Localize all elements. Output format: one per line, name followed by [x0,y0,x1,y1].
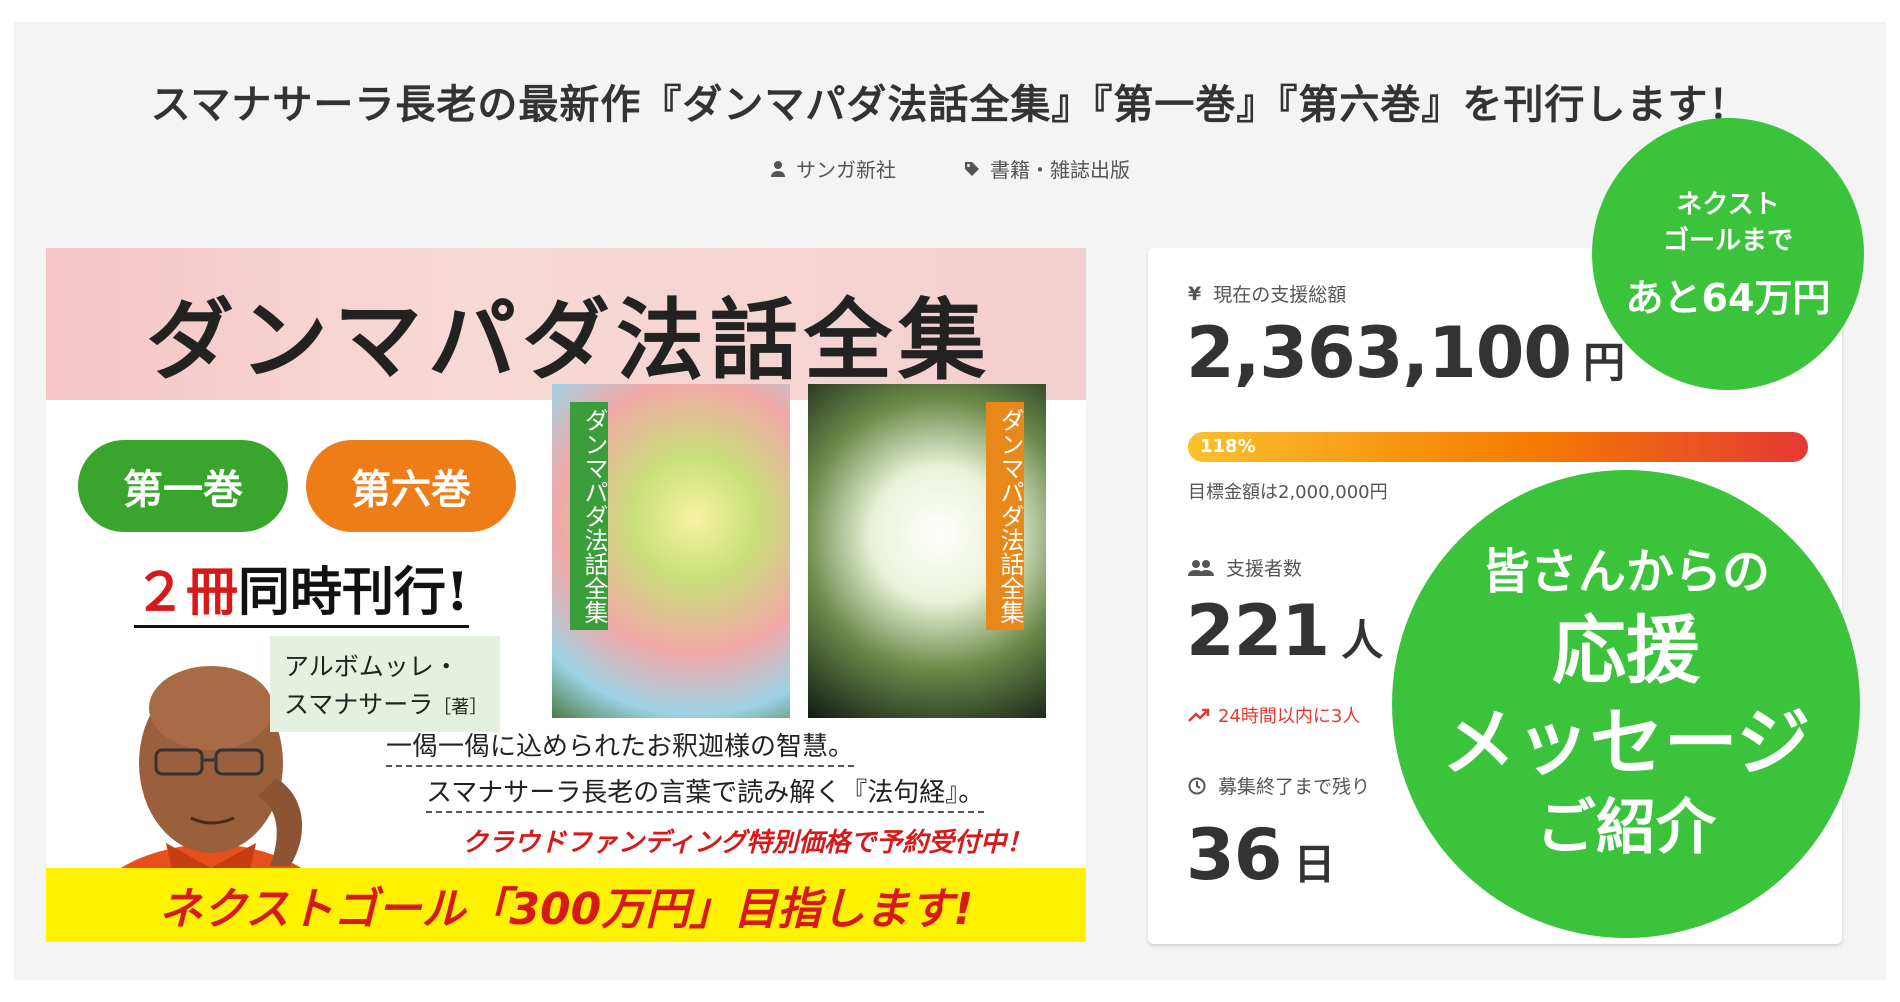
volume-1-pill: 第一巻 [78,440,288,532]
volume-6-pill: 第六巻 [306,440,516,532]
category-name: 書籍・雑誌出版 [990,158,1130,182]
banner-title: ダンマパダ法話全集 [146,288,993,392]
book-cover-volume-6: ダンマパダ法話全集 [808,384,1046,718]
user-icon [771,160,785,177]
owner-name: サンガ新社 [796,158,896,182]
simultaneous-release-text: ２冊同時刊行! [134,550,469,628]
category-link[interactable]: 書籍・雑誌出版 [964,154,1130,183]
next-goal-badge: ネクスト ゴールまで あと64万円 [1592,118,1864,390]
remaining-value-row: 36 日 [1186,814,1335,896]
clock-icon [1188,777,1206,794]
banner-copy-line-3: クラウドファンディング特別価格で予約受付中！ [462,828,1033,858]
author-line-1: アルボムッレ・ [284,652,459,681]
amount-value: 2,363,100 [1186,312,1572,394]
next-goal-line-1: ネクスト [1676,189,1780,220]
tag-icon [965,161,979,176]
remaining-label: 募集終了まで残り [1218,776,1371,798]
yen-icon: ¥ [1188,282,1202,305]
message-badge-line-2: 応援 [1552,608,1700,694]
project-main-image[interactable]: ダンマパダ法話全集 第一巻 第六巻 ２冊同時刊行! ダンマパダ法話全集 ダンマパ… [46,248,1086,942]
remaining-label-row: 募集終了まで残り [1188,772,1370,799]
trend-text: 24時間以内に3人 [1218,706,1361,727]
next-goal-line-3: あと64万円 [1625,275,1831,320]
author-note: ［著］ [433,697,488,718]
project-meta: サンガ新社 書籍・雑誌出版 [14,154,1886,183]
amount-label-row: ¥ 現在の支援総額 [1188,280,1346,307]
next-goal-bar: ネクストゴール「300万円」目指します! [46,868,1086,942]
message-badge-line-1: 皆さんからの [1481,544,1770,600]
supporters-value-row: 221 人 [1186,590,1383,672]
message-badge-line-3: メッセージ [1441,700,1811,786]
goal-amount: 目標金額は2,000,000円 [1188,482,1388,503]
supporters-unit: 人 [1341,616,1384,665]
message-badge-line-4: ご紹介 [1536,793,1716,863]
supporters-value: 221 [1186,590,1330,672]
remaining-unit: 日 [1293,840,1336,889]
progress-label: 118% [1200,436,1256,457]
amount-value-row: 2,363,100 円 [1186,312,1625,394]
author-line-2: スマナサーラ [284,690,434,719]
remaining-value: 36 [1186,814,1282,896]
owner-link[interactable]: サンガ新社 [770,154,896,183]
support-messages-badge[interactable]: 皆さんからの 応援 メッセージ ご紹介 [1392,470,1860,938]
amount-label: 現在の支援総額 [1213,284,1347,306]
people-icon [1188,559,1214,576]
trending-up-icon [1188,708,1210,722]
project-title: スマナサーラ長老の最新作『ダンマパダ法話全集』『第一巻』『第六巻』を刊行します！ [150,82,1750,128]
simul-suffix: 同時刊行! [238,562,469,623]
progress-bar: 118% [1188,432,1808,462]
book-cover-volume-1: ダンマパダ法話全集 [552,384,790,718]
cover-title: ダンマパダ法話全集 [986,402,1024,630]
simul-prefix: ２冊 [134,562,239,623]
banner-copy-line-2: スマナサーラ長老の言葉で読み解く『法句経』。 [426,772,985,813]
cover-title: ダンマパダ法話全集 [570,402,608,630]
author-credit: アルボムッレ・ スマナサーラ［著］ [270,636,500,732]
supporters-trend: 24時間以内に3人 [1188,702,1360,728]
amount-unit: 円 [1583,338,1626,387]
banner-copy-line-1: 一偈一偈に込められたお釈迦様の智慧。 [386,726,855,767]
next-goal-line-2: ゴールまで [1662,225,1793,256]
supporters-label: 支援者数 [1226,558,1303,580]
supporters-label-row: 支援者数 [1188,554,1302,581]
